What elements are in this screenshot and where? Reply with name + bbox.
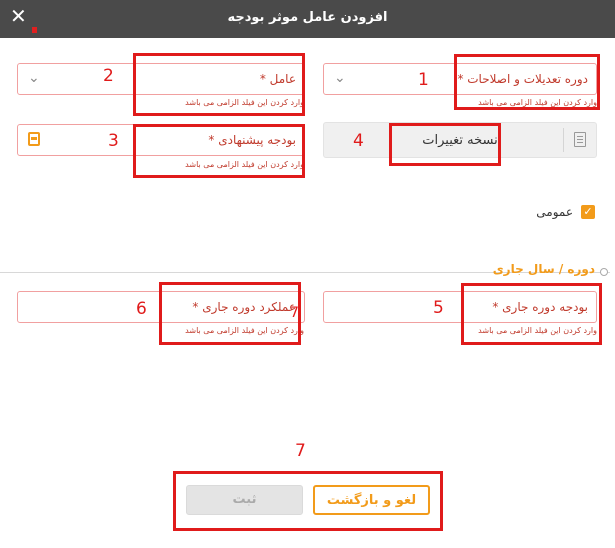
chevron-down-icon: ⌄ [334, 70, 346, 86]
section-title: دوره / سال جاری [492, 262, 595, 276]
red-marker [32, 27, 37, 33]
annotation-box-3 [133, 124, 305, 178]
annotation-number-5: 5 [433, 298, 444, 318]
annotation-box-6 [159, 282, 301, 345]
annotation-box-1 [454, 54, 600, 110]
general-checkbox[interactable]: ✓ [581, 205, 595, 219]
annotation-box-5 [461, 283, 602, 345]
annotation-number-7: 7 [295, 441, 306, 461]
annotation-number-6: 6 [136, 299, 147, 319]
annotation-box-7 [173, 471, 443, 531]
annotation-box-4 [389, 123, 501, 166]
annotation-number-4: 4 [353, 131, 364, 151]
annotation-number-7-small: 7 [290, 305, 299, 321]
annotation-number-2: 2 [103, 66, 114, 86]
dialog-titlebar: افزودن عامل موثر بودجه ✕ [0, 0, 615, 38]
calculator-icon[interactable] [28, 132, 40, 146]
section-dot-icon [600, 268, 608, 276]
chevron-down-icon: ⌄ [28, 70, 40, 86]
general-checkbox-label: عمومی [536, 205, 573, 219]
annotation-number-3: 3 [108, 131, 119, 151]
dialog-title: افزودن عامل موثر بودجه [227, 10, 388, 25]
annotation-box-2 [133, 53, 305, 116]
annotation-number-1: 1 [418, 70, 429, 90]
close-icon[interactable]: ✕ [10, 6, 27, 26]
